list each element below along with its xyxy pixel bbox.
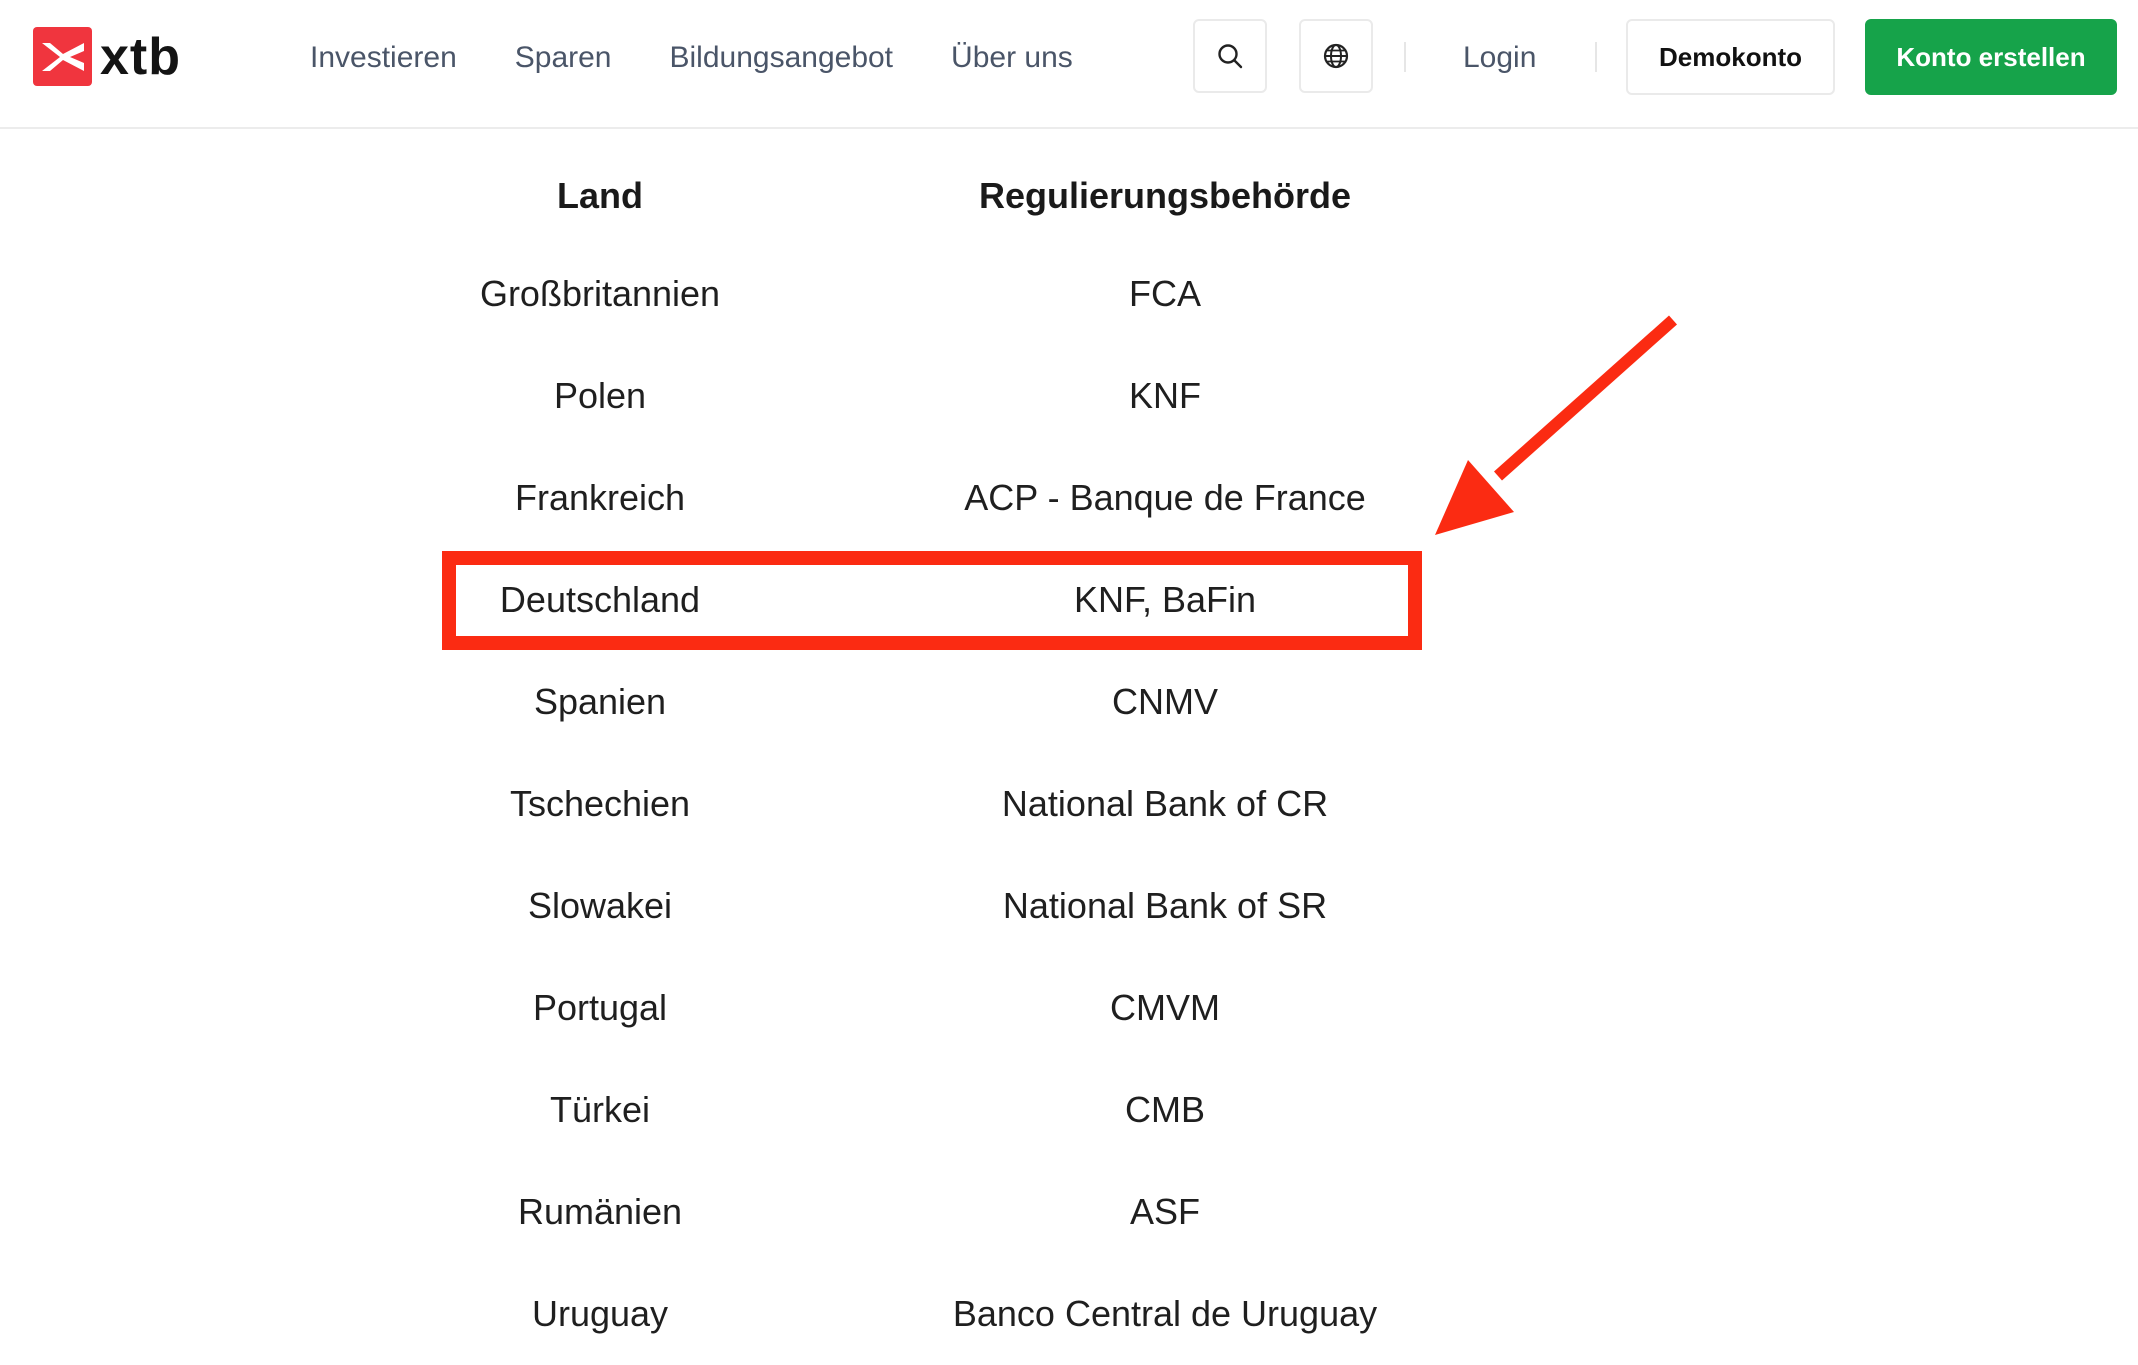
site-header: xtb Investieren Sparen Bildungsangebot Ü…: [0, 0, 2138, 129]
create-account-button[interactable]: Konto erstellen: [1865, 19, 2117, 95]
regulators-table: Land Regulierungsbehörde Großbritannien …: [0, 149, 2138, 1365]
column-header-country: Land: [557, 175, 643, 216]
login-link[interactable]: Login: [1463, 0, 1536, 116]
table-row: Großbritannien FCA: [0, 243, 2138, 345]
country-cell: Frankreich: [514, 477, 686, 518]
country-cell: Polen: [553, 375, 647, 416]
country-cell: Rumänien: [517, 1191, 683, 1232]
logo-text: xtb: [100, 27, 181, 86]
country-cell: Spanien: [533, 681, 667, 722]
table-row: Türkei CMB: [0, 1059, 2138, 1161]
country-cell: Portugal: [532, 987, 668, 1028]
table-row: Frankreich ACP - Banque de France: [0, 447, 2138, 549]
nav-investieren[interactable]: Investieren: [310, 41, 457, 75]
nav-bildungsangebot[interactable]: Bildungsangebot: [670, 41, 894, 75]
regulator-cell: KNF: [1129, 375, 1201, 416]
search-button[interactable]: [1193, 19, 1267, 93]
demo-account-button[interactable]: Demokonto: [1626, 19, 1835, 95]
table-header-row: Land Regulierungsbehörde: [0, 149, 2138, 243]
nav-ueber-uns[interactable]: Über uns: [951, 41, 1073, 75]
regulator-cell: CNMV: [1112, 681, 1218, 722]
table-row: Slowakei National Bank of SR: [0, 855, 2138, 957]
regulator-cell: ASF: [1129, 1191, 1200, 1232]
country-cell: Großbritannien: [479, 273, 721, 314]
table-row: Tschechien National Bank of CR: [0, 753, 2138, 855]
xtb-logo-mark-icon: [33, 27, 92, 86]
regulator-cell: CMB: [1125, 1089, 1205, 1130]
nav-sparen[interactable]: Sparen: [515, 41, 612, 75]
header-divider: [1404, 42, 1406, 72]
table-row: Spanien CNMV: [0, 651, 2138, 753]
globe-icon: [1323, 43, 1349, 69]
regulator-cell: CMVM: [1110, 987, 1220, 1028]
table-row: Polen KNF: [0, 345, 2138, 447]
country-cell: Türkei: [549, 1089, 651, 1130]
regulator-cell: FCA: [1129, 273, 1201, 314]
highlight-box: [442, 551, 1422, 650]
column-header-regulator: Regulierungsbehörde: [978, 175, 1352, 216]
table-row: Portugal CMVM: [0, 957, 2138, 1059]
table-row: Rumänien ASF: [0, 1161, 2138, 1263]
table-row: Uruguay Banco Central de Uruguay: [0, 1263, 2138, 1365]
regulator-cell: National Bank of CR: [1001, 783, 1329, 824]
language-button[interactable]: [1299, 19, 1373, 93]
search-icon: [1218, 44, 1243, 69]
main-nav: Investieren Sparen Bildungsangebot Über …: [310, 0, 1131, 116]
regulator-cell: National Bank of SR: [1002, 885, 1328, 926]
country-cell: Uruguay: [531, 1293, 669, 1334]
regulator-cell: ACP - Banque de France: [964, 477, 1366, 518]
country-cell: Slowakei: [527, 885, 673, 926]
country-cell: Tschechien: [509, 783, 691, 824]
annotation-arrow-icon: [1435, 315, 1677, 535]
regulator-cell: Banco Central de Uruguay: [952, 1293, 1378, 1334]
header-divider: [1595, 42, 1597, 72]
xtb-logo[interactable]: xtb: [33, 27, 181, 86]
